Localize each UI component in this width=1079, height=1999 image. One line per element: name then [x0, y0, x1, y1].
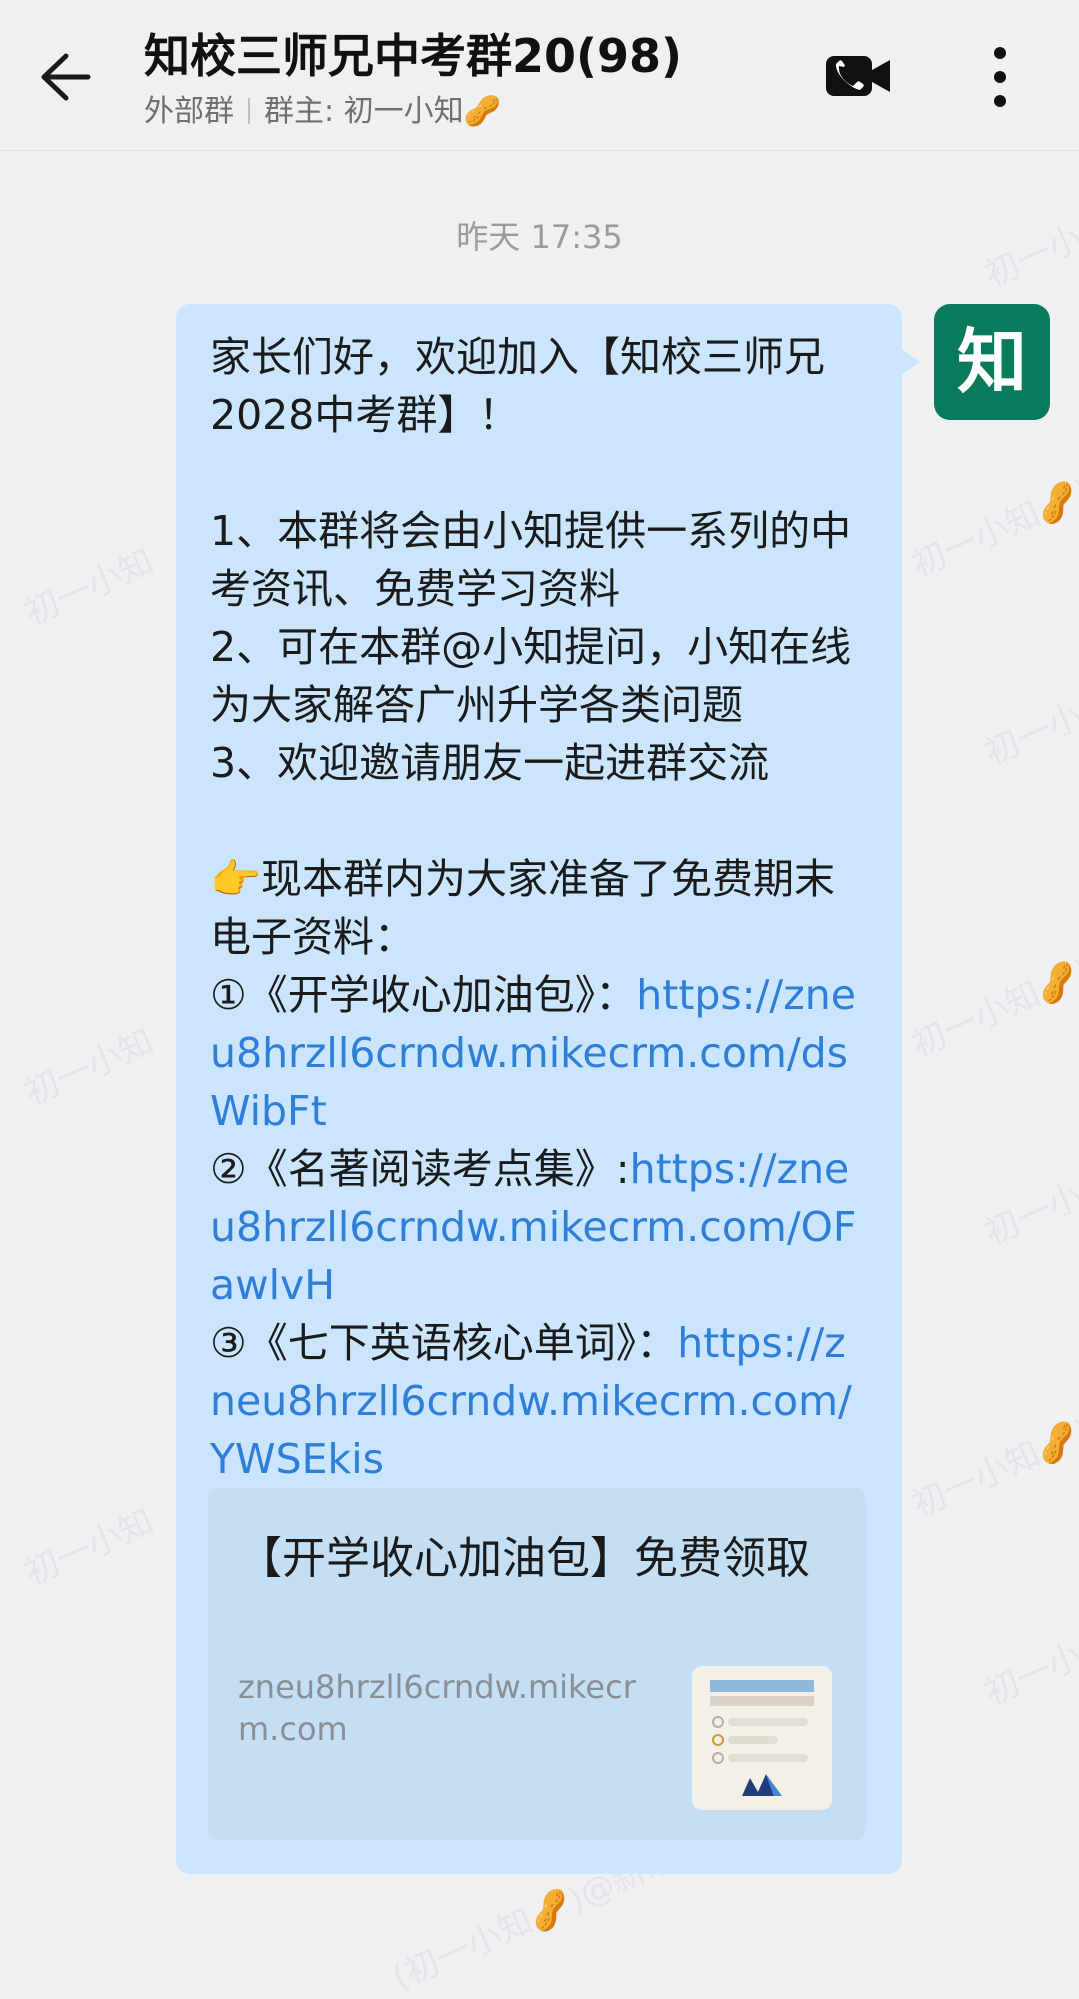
bubble-tail [900, 348, 920, 376]
resource-3: ③《七下英语核心单词》：https://zneu8hrzll6crndw.mik… [210, 1314, 870, 1488]
group-title[interactable]: 知校三师兄中考群20(98) [144, 26, 704, 86]
video-call-button[interactable] [824, 50, 894, 102]
watermark-text: 初一小知🥜)@新东 [905, 909, 1079, 1066]
watermark-text: 初一小知🥜)@新东 [905, 1369, 1079, 1526]
member-count: (98) [576, 29, 683, 83]
message-notice: 👉现本群内为大家准备了免费期末电子资料： [210, 855, 836, 961]
link-preview-title: 【开学收心加油包】免费领取 [238, 1533, 810, 1584]
link-preview-card[interactable]: 【开学收心加油包】免费领取 zneu8hrzll6crndw.mikecrm.c… [208, 1488, 866, 1840]
group-owner: 群主: 初一小知🥜 [264, 94, 501, 129]
sender-avatar[interactable]: 知 [934, 304, 1050, 420]
message-timestamp: 昨天 17:35 [456, 218, 623, 256]
chat-header: 知校三师兄中考群20(98) 外部群 群主: 初一小知🥜 [0, 0, 1079, 151]
form-thumbnail-icon [710, 1680, 814, 1796]
watermark-text: 初一小知 [979, 1621, 1079, 1714]
arrow-left-icon [41, 53, 91, 101]
watermark-text: 初一小知 [19, 1021, 160, 1114]
group-subtitle: 外部群 群主: 初一小知🥜 [144, 92, 501, 132]
video-call-icon [826, 56, 890, 96]
more-options-button[interactable] [986, 44, 1014, 110]
back-button[interactable] [36, 48, 94, 106]
external-group-tag: 外部群 [144, 94, 234, 129]
link-preview-thumbnail [692, 1666, 832, 1810]
subtitle-divider [248, 98, 250, 124]
watermark-text: 初一小知 [19, 541, 160, 634]
watermark-text: 初一小知 [979, 681, 1079, 774]
message-item-3: 3、欢迎邀请朋友一起进群交流 [210, 739, 770, 787]
message-item-1: 1、本群将会由小知提供一系列的中考资讯、免费学习资料 [210, 507, 852, 613]
watermark-text: 初一小知 [19, 1501, 160, 1594]
message-text: 家长们好，欢迎加入【知校三师兄2028中考群】！ 1、本群将会由小知提供一系列的… [210, 328, 870, 1488]
watermark-text: 初一小知 [979, 1161, 1079, 1254]
message-intro: 家长们好，欢迎加入【知校三师兄2028中考群】！ [210, 333, 825, 439]
resource-1: ①《开学收心加油包》：https://zneu8hrzll6crndw.mike… [210, 966, 870, 1140]
group-name: 知校三师兄中考群20 [144, 29, 577, 83]
resource-2-label: ②《名著阅读考点集》: [210, 1145, 630, 1193]
resource-1-label: ①《开学收心加油包》： [210, 971, 637, 1019]
resource-2: ②《名著阅读考点集》:https://zneu8hrzll6crndw.mike… [210, 1140, 870, 1314]
avatar-text: 知 [957, 321, 1027, 403]
resource-3-label: ③《七下英语核心单词》： [210, 1319, 678, 1367]
message-item-2: 2、可在本群@小知提问，小知在线为大家解答广州升学各类问题 [210, 623, 852, 729]
watermark-text: 初一小知🥜)@新东 [905, 429, 1079, 586]
more-vertical-icon [994, 47, 1006, 107]
link-preview-domain: zneu8hrzll6crndw.mikecrm.com [238, 1668, 636, 1748]
